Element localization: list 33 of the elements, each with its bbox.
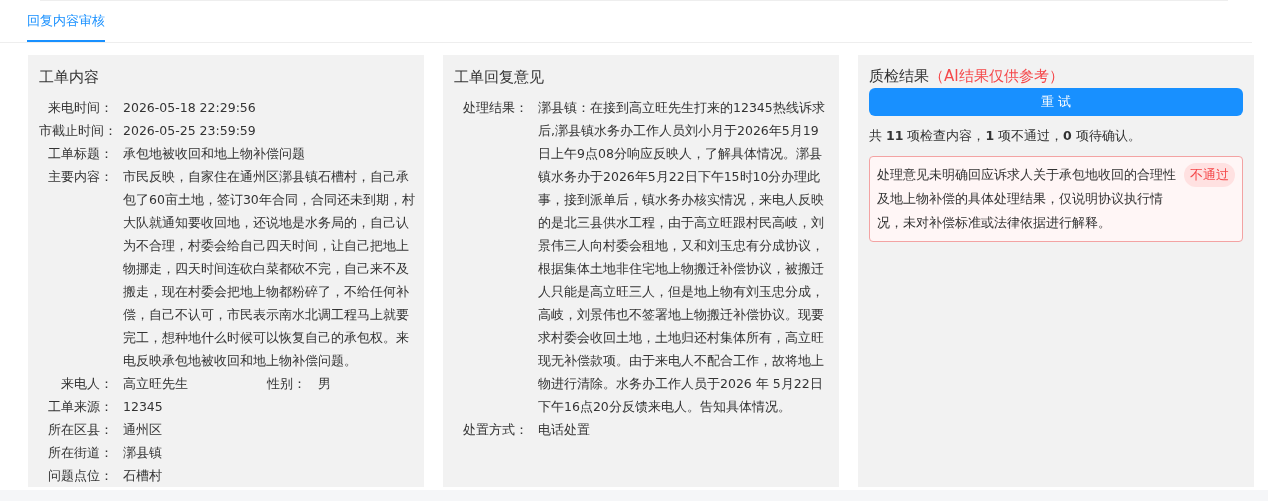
tab[interactable]: 回复内容审核	[27, 11, 105, 42]
panel-title: 工单内容	[39, 66, 100, 88]
field-value: 漷县镇：在接到高立旺先生打来的12345热线诉求后,漷县镇水务办工作人员刘小月于2026年5月19日上午9点08分响应反映人，了解具体情况。漷县镇水务办于2026年5月22日下午15时10分办理此事，接到派单后，镇水务办核实情况，来电人反映的是北三县供水工程，由于高立旺跟村民高岐，刘景伟三人向村委会租地，又和刘玉忠有分成协议，根据集体土地非住宅地上物搬迁补偿协议，被搬迁人只能是高立旺三人，但是地上物有刘玉忠分成，高岐，刘景伟也不签署地上物搬迁补偿协议。现要求村委会收回土地，土地归还村集体所有，高立旺现无补偿款项。由于来电人不配合工作，故将地上物进行清除。水务办工作人员于2026 年 5月22日下午16点20分反馈来电人。告知具体情况。	[538, 99, 826, 416]
field-label: 工单标题：	[47, 145, 114, 163]
field-label: 性别：	[266, 375, 307, 393]
panel-title: 质检结果	[869, 65, 929, 86]
field-value: 2026-05-25 23:59:59	[123, 122, 257, 140]
field-value: 电话处置	[538, 421, 591, 439]
field-label: 所在街道：	[47, 444, 114, 462]
check-summary: 共 11 项检查内容，1 项不通过，0 项待确认。	[869, 126, 1142, 145]
field-value: 高立旺先生	[123, 375, 189, 393]
retry-button[interactable]: 重 试	[869, 87, 1243, 116]
ai-disclaimer: （AI结果仅供参考）	[929, 65, 1064, 86]
field-label: 问题点位：	[47, 467, 114, 485]
field-label: 来电人：	[60, 375, 114, 393]
field-label: 处理结果：	[462, 99, 529, 117]
field-label: 所在区县：	[47, 421, 114, 439]
field-value: 12345	[123, 398, 164, 416]
field-value: 漷县镇	[123, 444, 163, 462]
field-value: 市民反映，自家住在通州区漷县镇石槽村，自己承包了60亩土地，签订30年合同，合同还未到期，村大队就通知要收回地，还说地是水务局的，自己认为不合理，村委会给自己四天时间，让自己把地上物挪走，四天时间连砍白菜都砍不完，自己来不及搬走，现在村委会把地上物都粉碎了，不给任何补偿，自己不认可，市民表示南水北调工程马上就要完工，想种地什么时候可以恢复自己的承包权。来电反映承包地被收回和地上物补偿问题。	[123, 168, 415, 370]
status-badge: 不通过	[1184, 162, 1235, 187]
field-label: 工单来源：	[47, 398, 114, 416]
field-label: 主要内容：	[47, 168, 114, 186]
field-label: 市截止时间：	[39, 122, 118, 140]
panel-title: 工单回复意见	[454, 66, 545, 88]
field-value: 承包地被收回和地上物补偿问题	[123, 145, 306, 163]
field-value: 男	[318, 375, 331, 393]
field-value: 石槽村	[123, 467, 163, 485]
field-label: 来电时间：	[47, 99, 114, 117]
issue-text: 处理意见未明确回应诉求人关于承包地收回的合理性及地上物补偿的具体处理结果，仅说明协议执行情况，未对补偿标准或法律依据进行解释。	[877, 165, 1176, 232]
field-value: 通州区	[123, 421, 163, 439]
field-label: 处置方式：	[462, 421, 529, 439]
field-value: 2026-05-18 22:29:56	[123, 99, 257, 117]
